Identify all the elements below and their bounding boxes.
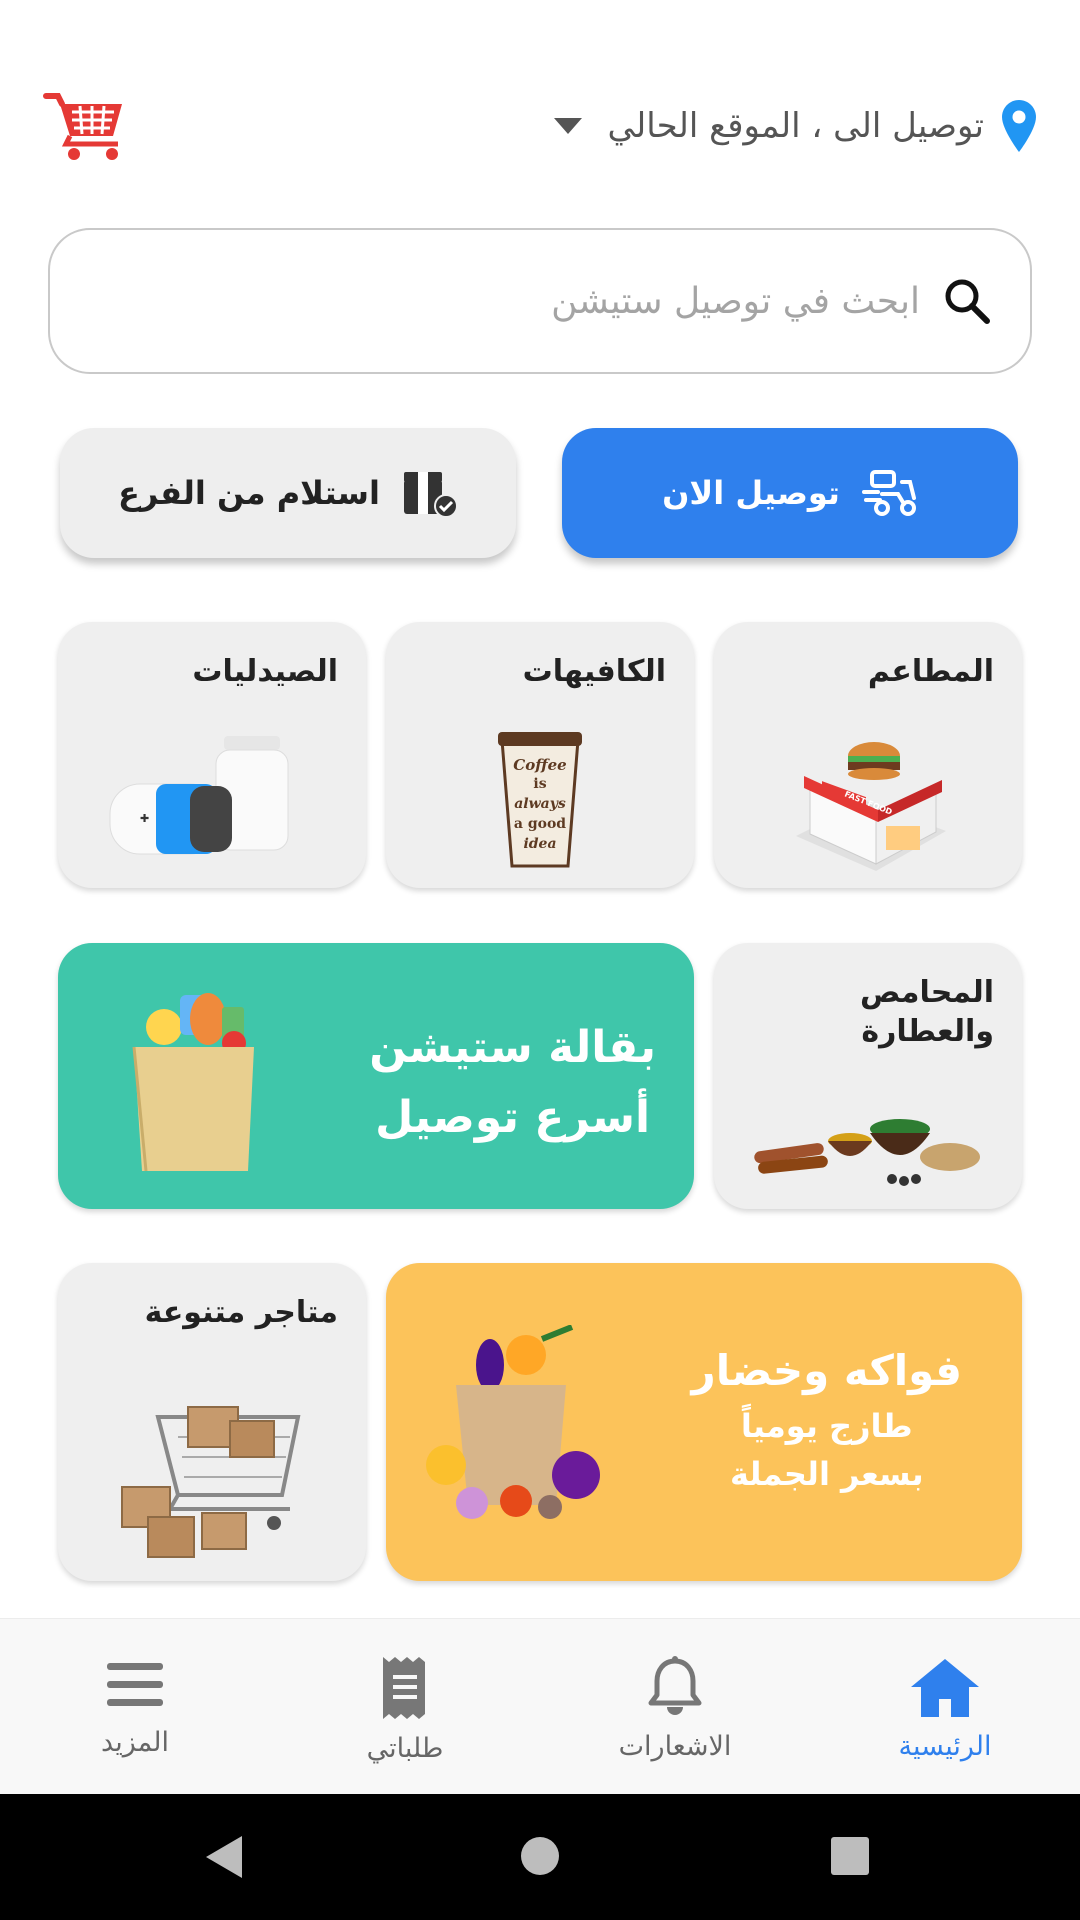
nav-more-label: المزيد bbox=[101, 1727, 169, 1758]
search-input[interactable] bbox=[88, 280, 920, 322]
cart-button[interactable] bbox=[42, 90, 126, 162]
grocery-banner[interactable]: بقالة ستيشن أسرع توصيل bbox=[58, 943, 694, 1209]
nav-home[interactable]: الرئيسية bbox=[810, 1619, 1080, 1795]
spices-illustration bbox=[754, 1119, 980, 1186]
category-pharmacies[interactable]: الصيدليات ✚ bbox=[58, 622, 366, 888]
grocery-banner-line2: أسرع توصيل bbox=[375, 1092, 651, 1144]
category-title: المحامص والعطارة bbox=[859, 975, 994, 1049]
fast-food-shop-illustration: FAST FOOD bbox=[796, 742, 946, 871]
deliver-now-label: توصيل الان bbox=[662, 474, 840, 512]
deliver-now-button[interactable]: توصيل الان bbox=[562, 428, 1018, 558]
package-check-icon bbox=[403, 472, 458, 518]
bell-icon bbox=[648, 1656, 702, 1715]
grocery-banner-text: بقالة ستيشن أسرع توصيل bbox=[369, 1013, 656, 1154]
nav-orders-label: طلباتي bbox=[366, 1733, 444, 1764]
nav-notifications[interactable]: الاشعارات bbox=[540, 1619, 810, 1795]
fruit-banner-line2: طازج يومياً bbox=[740, 1407, 913, 1445]
system-navigation-bar bbox=[0, 1794, 1080, 1920]
pill-bottle-label: ✚ bbox=[140, 812, 149, 825]
category-title: متاجر متنوعة bbox=[144, 1295, 338, 1330]
coffee-cup-text: a good bbox=[514, 816, 566, 832]
pickup-button[interactable]: استلام من الفرع bbox=[60, 428, 516, 558]
nav-orders[interactable]: طلباتي bbox=[270, 1619, 540, 1795]
grocery-bag-illustration bbox=[132, 993, 254, 1172]
coffee-cup-illustration: Coffee is always a good idea bbox=[498, 732, 582, 868]
recents-icon[interactable] bbox=[830, 1836, 870, 1876]
search-bar[interactable] bbox=[48, 228, 1032, 374]
delivery-scooter-icon bbox=[861, 470, 916, 516]
shopping-cart-icon bbox=[43, 93, 122, 160]
coffee-cup-text: idea bbox=[523, 836, 556, 852]
coffee-cup-text: always bbox=[514, 796, 566, 812]
pill-bottles-illustration: ✚ bbox=[109, 736, 289, 855]
fruit-banner-text: فواكه وخضار طازج يومياً بسعر الجملة bbox=[692, 1339, 962, 1498]
receipt-icon bbox=[383, 1657, 425, 1719]
vegetable-bag-illustration bbox=[426, 1325, 600, 1519]
menu-icon bbox=[107, 1663, 163, 1706]
search-icon bbox=[945, 279, 990, 324]
shopping-cart-boxes-illustration bbox=[121, 1406, 301, 1558]
fruit-banner-line1: فواكه وخضار bbox=[691, 1346, 962, 1395]
pickup-label: استلام من الفرع bbox=[118, 474, 380, 512]
fruit-banner-line3: بسعر الجملة bbox=[729, 1455, 924, 1493]
chevron-down-icon[interactable] bbox=[553, 118, 582, 134]
fruits-vegetables-banner[interactable]: فواكه وخضار طازج يومياً بسعر الجملة bbox=[386, 1263, 1022, 1581]
category-roasteries-spices[interactable]: المحامص والعطارة bbox=[714, 943, 1022, 1209]
grocery-banner-line1: بقالة ستيشن bbox=[369, 1022, 656, 1073]
coffee-cup-text: Coffee bbox=[513, 756, 566, 774]
bottom-navigation: الرئيسية الاشعارات طلباتي المزيد bbox=[0, 1618, 1080, 1794]
coffee-cup-text: is bbox=[533, 776, 546, 792]
location-pin-icon bbox=[1002, 100, 1036, 152]
category-restaurants[interactable]: المطاعم FAST FOOD bbox=[714, 622, 1022, 888]
category-title: المطاعم bbox=[867, 654, 994, 689]
back-icon[interactable] bbox=[204, 1834, 244, 1880]
nav-home-label: الرئيسية bbox=[898, 1731, 992, 1762]
category-title: الكافيهات bbox=[522, 654, 666, 689]
category-cafes[interactable]: الكافيهات Coffee is always a good idea bbox=[386, 622, 694, 888]
category-misc-stores[interactable]: متاجر متنوعة bbox=[58, 1263, 366, 1581]
home-icon bbox=[911, 1659, 979, 1717]
category-title: الصيدليات bbox=[192, 654, 338, 689]
nav-more[interactable]: المزيد bbox=[0, 1619, 270, 1795]
home-circle-icon[interactable] bbox=[520, 1836, 560, 1876]
location-selector[interactable]: توصيل الى ، الموقع الحالي bbox=[553, 96, 1036, 156]
nav-notifications-label: الاشعارات bbox=[618, 1731, 732, 1762]
location-label: توصيل الى ، الموقع الحالي bbox=[607, 106, 984, 146]
